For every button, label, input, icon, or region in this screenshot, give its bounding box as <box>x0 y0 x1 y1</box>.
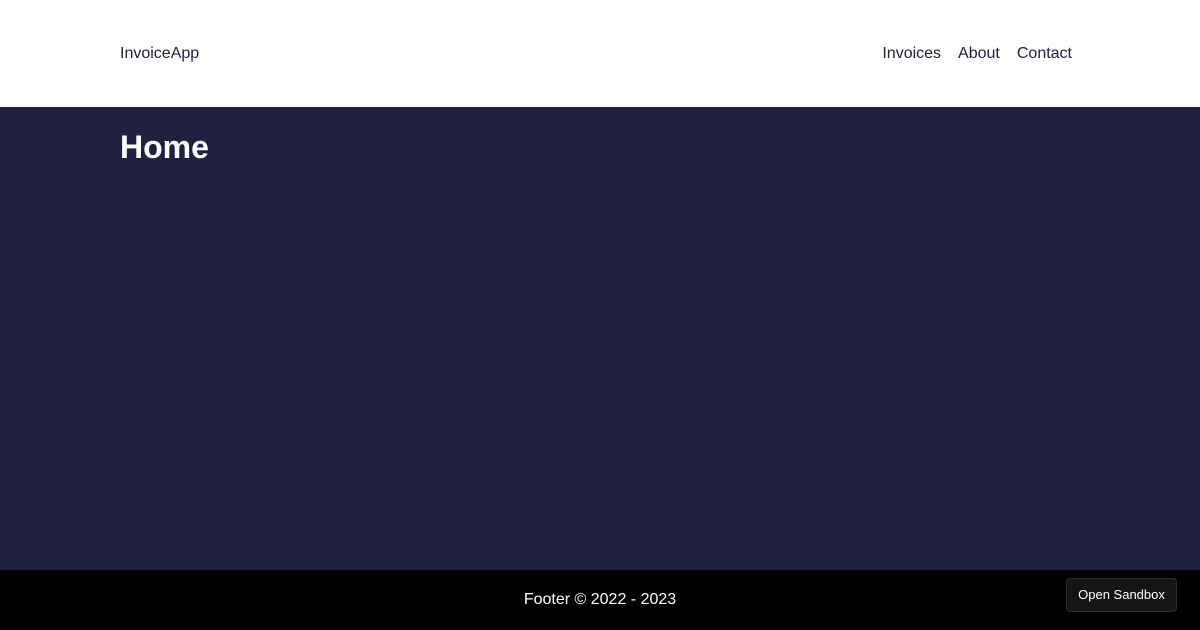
footer-text: Footer © 2022 - 2023 <box>523 591 677 608</box>
header: InvoiceApp Invoices About Contact <box>0 0 1200 107</box>
main-nav: Invoices About Contact <box>882 44 1072 63</box>
nav-link-contact[interactable]: Contact <box>1017 44 1072 63</box>
nav-link-invoices[interactable]: Invoices <box>882 44 941 63</box>
open-sandbox-button[interactable]: Open Sandbox <box>1066 578 1177 612</box>
nav-link-about[interactable]: About <box>958 44 1000 63</box>
footer: Footer © 2022 - 2023 <box>0 570 1200 630</box>
page-title: Home <box>120 129 209 165</box>
main-content: Home <box>0 107 1200 570</box>
brand-link[interactable]: InvoiceApp <box>120 44 199 63</box>
page: InvoiceApp Invoices About Contact Home F… <box>0 0 1200 630</box>
